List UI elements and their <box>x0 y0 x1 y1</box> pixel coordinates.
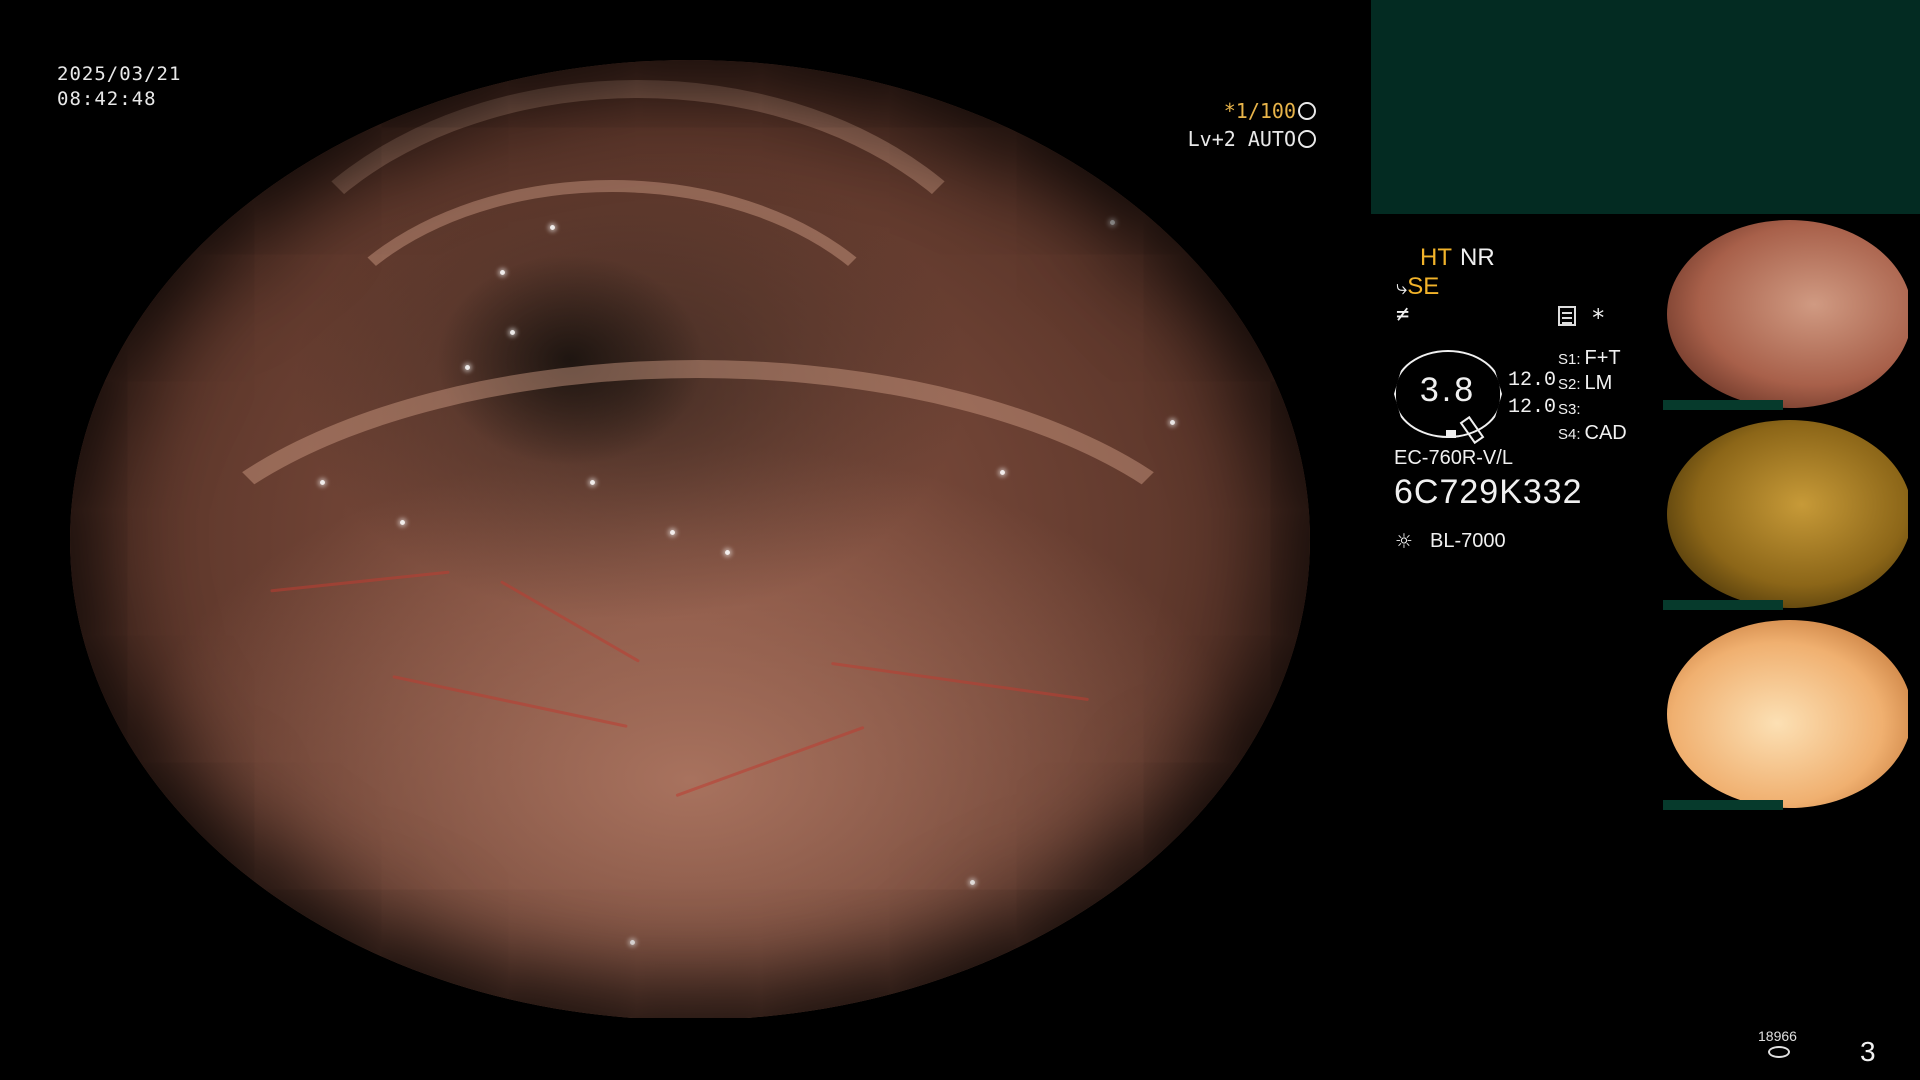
document-icon <box>1558 306 1576 326</box>
reflection <box>510 330 515 335</box>
reflection <box>630 940 635 945</box>
star-indicator: * <box>1591 304 1606 332</box>
reflection <box>400 520 405 525</box>
storage-icon <box>1768 1046 1790 1058</box>
thumbnail-strip <box>1663 400 1783 410</box>
switch-key: S3: <box>1558 401 1581 418</box>
reflection <box>1100 170 1105 175</box>
switch-s1: S1: F+T <box>1558 347 1621 370</box>
mode-nr: NR <box>1460 244 1495 271</box>
live-endoscope-view <box>70 60 1310 1020</box>
time-label: 08:42:48 <box>57 88 157 110</box>
switch-s3: S3: <box>1558 397 1585 420</box>
endoscopy-screen: 2025/03/21 08:42:48 *1/100 Lv+2 AUTO HT N… <box>0 0 1920 1080</box>
thumbnail-image <box>1667 420 1908 608</box>
thumbnail-image <box>1667 220 1908 408</box>
mode-se: SE <box>1407 273 1440 300</box>
reflection <box>725 550 730 555</box>
scope-serial: 6C729K332 <box>1394 473 1583 511</box>
shutter-label: *1/100 <box>1223 99 1296 123</box>
reflection <box>500 270 505 275</box>
gauge-marker <box>1446 430 1456 438</box>
mode-ht: HT <box>1420 244 1452 271</box>
gauge-number-2: 12.0 <box>1508 396 1557 419</box>
date-label: 2025/03/21 <box>57 63 182 85</box>
switch-value: LM <box>1584 372 1613 394</box>
switch-key: S2: <box>1558 376 1581 393</box>
reflection <box>970 880 975 885</box>
se-row: ⤷SE <box>1396 273 1439 301</box>
gauge-value: 3.8 <box>1419 371 1477 409</box>
page-number: 3 <box>1860 1036 1876 1067</box>
gauge-number-1: 12.0 <box>1508 369 1557 392</box>
level-label: Lv+2 AUTO <box>1187 127 1296 151</box>
thumbnail-image <box>1667 620 1908 808</box>
image-counter: 18966 <box>1758 1028 1797 1044</box>
vessel <box>499 580 641 663</box>
vessel <box>831 661 1089 702</box>
thumbnail-strip <box>1663 600 1783 610</box>
light-source-label: BL-7000 <box>1430 530 1506 552</box>
reflection <box>670 530 675 535</box>
reflection <box>1000 470 1005 475</box>
brightness-level: Lv+2 AUTO <box>1188 127 1316 151</box>
mucosal-fold <box>290 180 934 624</box>
vessel <box>270 570 450 593</box>
capture-thumbnail[interactable] <box>1663 414 1908 610</box>
capture-thumbnail[interactable] <box>1663 214 1908 410</box>
switch-s2: S2: LM <box>1558 372 1612 395</box>
mucosal-fold <box>130 360 1266 916</box>
thumbnail-strip <box>1663 800 1783 810</box>
reflection <box>320 480 325 485</box>
scope-model: EC-760R-V/L <box>1394 447 1513 469</box>
reflection <box>1170 420 1175 425</box>
mode-row: HT NR <box>1420 244 1495 272</box>
info-panel-box <box>1371 0 1920 214</box>
switch-key: S1: <box>1558 351 1581 368</box>
reflection <box>465 365 470 370</box>
vessel <box>392 675 628 728</box>
switch-key: S4: <box>1558 426 1581 443</box>
fx-symbol-icon: ≠ <box>1396 302 1410 327</box>
reflection <box>1110 220 1115 225</box>
light-source-icon: ☼ <box>1396 527 1412 557</box>
mucosal-fold <box>230 80 1046 676</box>
bottom-mask <box>0 1018 1380 1080</box>
capture-thumbnail[interactable] <box>1663 614 1908 810</box>
reflection <box>590 480 595 485</box>
shutter-icon <box>1298 102 1316 120</box>
switch-s4: S4: CAD <box>1558 422 1627 445</box>
switch-value: F+T <box>1584 347 1621 369</box>
reflection <box>550 225 555 230</box>
vessel <box>675 725 865 798</box>
iris-icon <box>1298 130 1316 148</box>
shutter-speed: *1/100 <box>1224 99 1316 123</box>
se-symbol-icon: ⤷ <box>1396 277 1408 299</box>
switch-value: CAD <box>1584 422 1627 444</box>
